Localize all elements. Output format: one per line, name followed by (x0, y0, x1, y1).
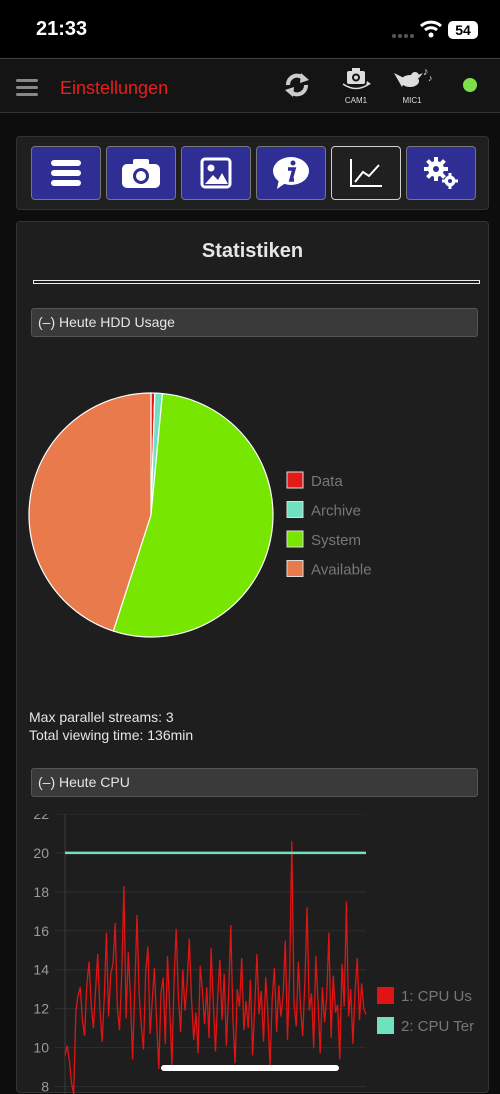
info-icon (273, 157, 309, 189)
camera-switch-icon (342, 68, 371, 90)
info-button[interactable] (256, 146, 326, 200)
max-streams-text: Max parallel streams: 3 (29, 709, 174, 725)
cam-label: CAM1 (344, 96, 368, 105)
cellular-signal-icon (392, 34, 414, 38)
y-tick-label: 16 (33, 923, 49, 939)
status-bar: 21:33 54 (0, 0, 500, 58)
legend-label-2: 2: CPU Ter (401, 1018, 474, 1035)
image-button[interactable] (181, 146, 251, 200)
singing-bird-icon: ♪ ♪ (394, 66, 433, 87)
legend-swatch-system (286, 530, 304, 548)
home-indicator (161, 1065, 339, 1071)
legend-label-available: Available (311, 562, 372, 579)
title-underline (33, 280, 480, 284)
image-icon (200, 157, 232, 189)
legend-swatch-data (286, 471, 304, 489)
camera-switch-button[interactable]: CAM1 (338, 67, 374, 105)
battery-indicator: 54 (448, 21, 478, 39)
refresh-icon[interactable] (282, 70, 312, 100)
statistics-button[interactable] (331, 146, 401, 200)
cpu-line-chart: 8 10 12 14 16 18 20 22 1: CPU Us 2: CPU Ter (33, 814, 474, 1094)
hamburger-menu-icon[interactable] (16, 79, 38, 96)
legend-label-archive: Archive (311, 503, 361, 520)
hdd-pie-chart: Data Archive System Available (28, 392, 372, 638)
series-line-1 (64, 841, 367, 1094)
y-tick-label: 22 (33, 814, 49, 822)
statistics-panel: Statistiken (–) Heute HDD Usage Data Arch… (16, 221, 489, 1094)
y-tick-label: 10 (33, 1040, 49, 1056)
legend-swatch-archive (286, 501, 304, 518)
y-tick-label: 8 (41, 1079, 49, 1094)
chart-icon (350, 159, 382, 187)
hdd-usage-header[interactable]: (–) Heute HDD Usage (31, 308, 478, 337)
panel-title: Statistiken (201, 240, 304, 262)
viewing-time-text: Total viewing time: 136min (29, 727, 194, 743)
y-tick-label: 18 (33, 884, 49, 900)
wifi-icon (420, 20, 442, 38)
status-time: 21:33 (36, 18, 88, 40)
y-tick-label: 14 (33, 962, 49, 978)
legend-swatch-1 (377, 987, 394, 1004)
svg-text:♪: ♪ (428, 73, 433, 83)
y-tick-label: 20 (33, 845, 49, 861)
legend-swatch-2 (377, 1017, 394, 1034)
y-tick-label: 12 (33, 1001, 49, 1017)
settings-button[interactable] (406, 146, 476, 200)
legend-label-data: Data (311, 473, 343, 490)
connection-status-dot (463, 78, 477, 92)
page-title: Einstellungen (60, 78, 169, 98)
stream-stats: Max parallel streams: 3 Total viewing ti… (29, 708, 193, 744)
legend-label-1: 1: CPU Us (401, 988, 472, 1005)
app-bar: Einstellungen CAM1 ♪ ♪ MIC1 (0, 58, 500, 113)
list-button[interactable] (31, 146, 101, 200)
toolbar (16, 136, 489, 210)
legend-swatch-available (286, 560, 304, 577)
gears-icon (424, 157, 458, 189)
camera-button[interactable] (106, 146, 176, 200)
mic-button[interactable]: ♪ ♪ MIC1 (390, 65, 434, 105)
legend-label-system: System (311, 532, 361, 549)
list-icon (51, 160, 81, 186)
cpu-header[interactable]: (–) Heute CPU (31, 768, 478, 797)
mic-label: MIC1 (402, 96, 422, 105)
camera-icon (122, 159, 160, 188)
